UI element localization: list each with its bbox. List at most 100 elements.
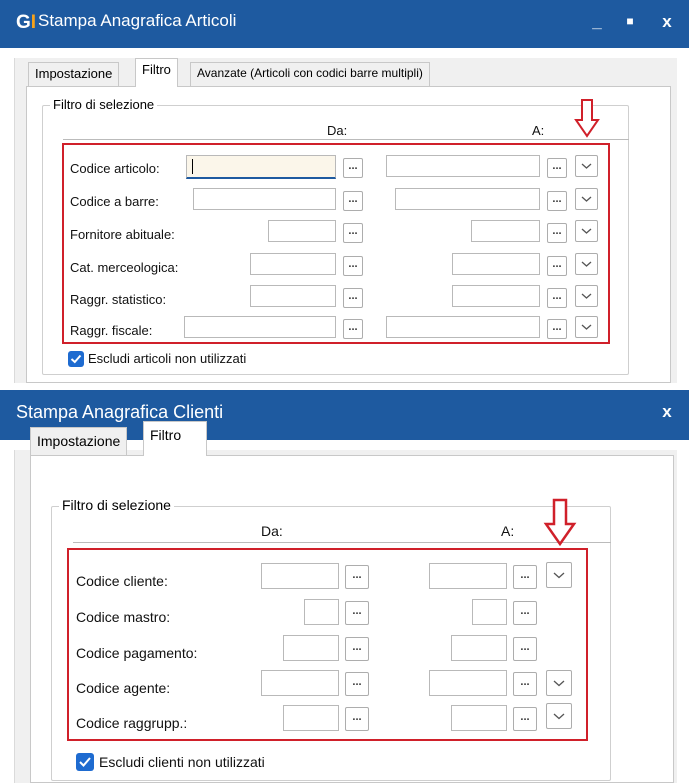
cat-merceologica-to-input[interactable]: [452, 253, 540, 275]
tab-filtro[interactable]: Filtro: [135, 58, 178, 87]
fornitore-from-lookup-button[interactable]: ...: [343, 223, 363, 243]
codice-articolo-to-input[interactable]: [386, 155, 540, 177]
cat-merceologica-from-input[interactable]: [250, 253, 336, 275]
label-fornitore-abituale: Fornitore abituale:: [70, 227, 175, 242]
label-codice-articolo: Codice articolo:: [70, 161, 160, 176]
text-cursor: [192, 159, 193, 174]
fornitore-dropdown-button[interactable]: [575, 220, 598, 242]
chevron-down-icon: [581, 261, 592, 267]
codice-pagamento-from-input[interactable]: [283, 635, 339, 661]
escludi-clienti-checkbox[interactable]: [76, 753, 94, 771]
chevron-down-icon: [581, 163, 592, 169]
tab-impostazione[interactable]: Impostazione: [30, 427, 128, 455]
down-arrow-icon: [574, 99, 600, 138]
label-codice-barre: Codice a barre:: [70, 194, 159, 209]
codice-barre-from-input[interactable]: [193, 188, 336, 210]
codice-mastro-from-lookup-button[interactable]: ...: [345, 601, 369, 625]
codice-raggrupp-to-lookup-button[interactable]: ...: [513, 707, 537, 731]
codice-mastro-to-lookup-button[interactable]: ...: [513, 601, 537, 625]
chevron-down-icon: [553, 713, 565, 720]
codice-pagamento-to-lookup-button[interactable]: ...: [513, 637, 537, 661]
group-title: Filtro di selezione: [50, 97, 158, 112]
chevron-down-icon: [553, 680, 565, 687]
codice-articolo-dropdown-button[interactable]: [575, 155, 598, 177]
column-da-label: Da:: [261, 523, 283, 539]
escludi-articoli-checkbox[interactable]: [68, 351, 84, 367]
window-title: Stampa Anagrafica Articoli: [38, 11, 237, 30]
codice-barre-from-lookup-button[interactable]: ...: [343, 191, 363, 211]
escludi-clienti-label[interactable]: Escludi clienti non utilizzati: [99, 754, 265, 770]
raggr-statistico-to-lookup-button[interactable]: ...: [547, 288, 567, 308]
raggr-statistico-dropdown-button[interactable]: [575, 285, 598, 307]
chevron-down-icon: [581, 293, 592, 299]
fornitore-to-input[interactable]: [471, 220, 540, 242]
chevron-down-icon: [581, 324, 592, 330]
codice-articolo-from-input[interactable]: [186, 155, 336, 179]
group-title: Filtro di selezione: [59, 497, 174, 513]
column-a-label: A:: [501, 523, 515, 539]
codice-cliente-from-input[interactable]: [261, 563, 339, 589]
codice-barre-to-input[interactable]: [395, 188, 540, 210]
codice-articolo-to-lookup-button[interactable]: ...: [547, 158, 567, 178]
label-codice-mastro: Codice mastro:: [76, 609, 171, 625]
tab-impostazione[interactable]: Impostazione: [28, 62, 120, 86]
codice-raggrupp-to-input[interactable]: [451, 705, 507, 731]
label-codice-agente: Codice agente:: [76, 680, 171, 696]
fornitore-from-input[interactable]: [268, 220, 336, 242]
codice-raggrupp-dropdown-button[interactable]: [546, 703, 572, 729]
close-button[interactable]: x: [656, 12, 678, 32]
codice-mastro-to-input[interactable]: [472, 599, 507, 625]
cat-merceologica-to-lookup-button[interactable]: ...: [547, 256, 567, 276]
raggr-statistico-from-lookup-button[interactable]: ...: [343, 288, 363, 308]
codice-cliente-from-lookup-button[interactable]: ...: [345, 565, 369, 589]
codice-pagamento-to-input[interactable]: [451, 635, 507, 661]
label-codice-raggrupp: Codice raggrupp.:: [76, 715, 188, 731]
codice-raggrupp-from-input[interactable]: [283, 705, 339, 731]
label-cat-merceologica: Cat. merceologica:: [70, 260, 179, 275]
chevron-down-icon: [581, 228, 592, 234]
app-logo-icon: GI: [16, 12, 37, 33]
column-a-label: A:: [532, 123, 545, 138]
raggr-fiscale-to-lookup-button[interactable]: ...: [547, 319, 567, 339]
codice-cliente-to-lookup-button[interactable]: ...: [513, 565, 537, 589]
codice-articolo-from-lookup-button[interactable]: ...: [343, 158, 363, 178]
chevron-down-icon: [553, 572, 565, 579]
column-header-rule: [63, 139, 629, 140]
tab-filtro[interactable]: Filtro: [143, 421, 207, 456]
codice-agente-dropdown-button[interactable]: [546, 670, 572, 696]
escludi-articoli-label[interactable]: Escludi articoli non utilizzati: [88, 351, 246, 366]
raggr-fiscale-to-input[interactable]: [386, 316, 540, 338]
raggr-statistico-to-input[interactable]: [452, 285, 540, 307]
codice-agente-from-input[interactable]: [261, 670, 339, 696]
codice-cliente-to-input[interactable]: [429, 563, 507, 589]
cat-merceologica-from-lookup-button[interactable]: ...: [343, 256, 363, 276]
codice-barre-dropdown-button[interactable]: [575, 188, 598, 210]
codice-pagamento-from-lookup-button[interactable]: ...: [345, 637, 369, 661]
cat-merceologica-dropdown-button[interactable]: [575, 253, 598, 275]
codice-agente-from-lookup-button[interactable]: ...: [345, 672, 369, 696]
raggr-fiscale-dropdown-button[interactable]: [575, 316, 598, 338]
fornitore-to-lookup-button[interactable]: ...: [547, 223, 567, 243]
close-button[interactable]: x: [656, 402, 678, 422]
label-raggr-statistico: Raggr. statistico:: [70, 292, 167, 307]
title-bar: GI Stampa Anagrafica Articoli _ ■ x: [0, 0, 689, 48]
down-arrow-icon: [543, 498, 577, 546]
tab-avanzate[interactable]: Avanzate (Articoli con codici barre mult…: [190, 62, 430, 86]
codice-raggrupp-from-lookup-button[interactable]: ...: [345, 707, 369, 731]
chevron-down-icon: [581, 196, 592, 202]
codice-mastro-from-input[interactable]: [304, 599, 339, 625]
window-title: Stampa Anagrafica Clienti: [16, 402, 224, 422]
codice-agente-to-input[interactable]: [429, 670, 507, 696]
raggr-fiscale-from-lookup-button[interactable]: ...: [343, 319, 363, 339]
window-stampa-articoli: GI Stampa Anagrafica Articoli _ ■ x Impo…: [0, 0, 689, 383]
codice-agente-to-lookup-button[interactable]: ...: [513, 672, 537, 696]
maximize-button[interactable]: ■: [619, 14, 641, 28]
label-raggr-fiscale: Raggr. fiscale:: [70, 323, 153, 338]
column-da-label: Da:: [327, 123, 348, 138]
minimize-button[interactable]: _: [586, 12, 608, 32]
label-codice-cliente: Codice cliente:: [76, 573, 168, 589]
raggr-fiscale-from-input[interactable]: [184, 316, 336, 338]
codice-barre-to-lookup-button[interactable]: ...: [547, 191, 567, 211]
raggr-statistico-from-input[interactable]: [250, 285, 336, 307]
codice-cliente-dropdown-button[interactable]: [546, 562, 572, 588]
